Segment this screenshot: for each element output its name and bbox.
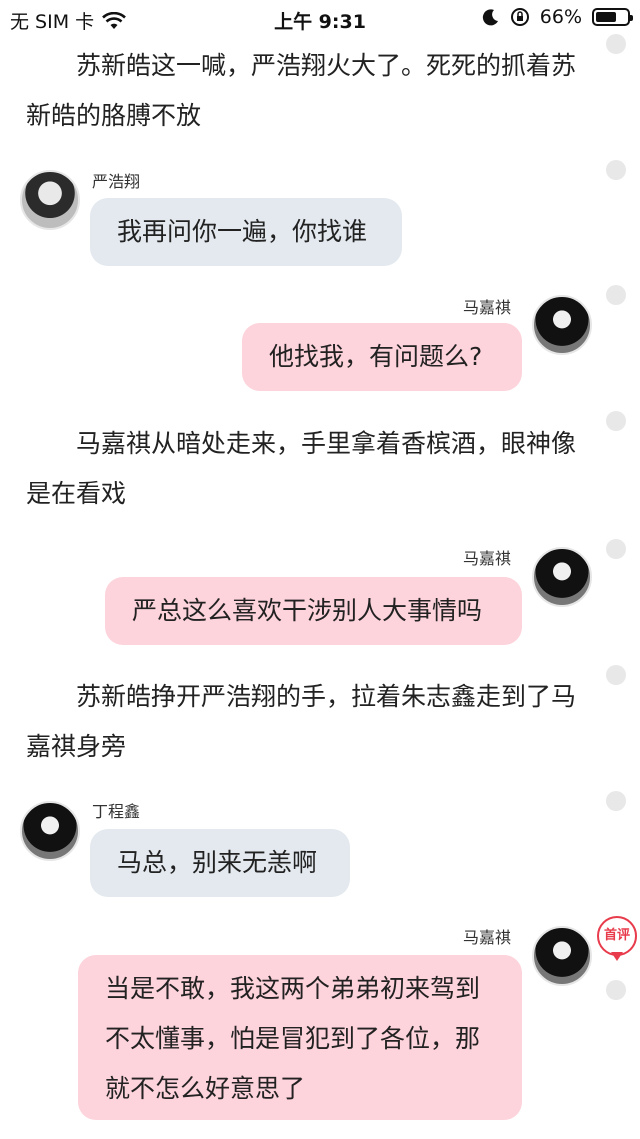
message-bubble-left[interactable]: 马总，别来无恙啊 bbox=[90, 829, 350, 897]
comment-dot[interactable] bbox=[606, 791, 626, 811]
avatar-ding-chengxin[interactable] bbox=[20, 801, 80, 861]
status-right: 66% bbox=[482, 6, 633, 28]
battery-icon bbox=[592, 8, 633, 26]
message-bubble-right[interactable]: 当是不敢，我这两个弟弟初来驾到不太懂事，怕是冒犯到了各位，那就不怎么好意思了 bbox=[78, 955, 522, 1120]
comment-dot[interactable] bbox=[606, 980, 626, 1000]
comment-dot[interactable] bbox=[606, 34, 626, 54]
comment-dot[interactable] bbox=[606, 160, 626, 180]
battery-fill bbox=[596, 12, 616, 22]
sender-name: 丁程鑫 bbox=[92, 802, 141, 821]
moon-icon bbox=[482, 9, 498, 26]
avatar-yan-haoxiang[interactable] bbox=[20, 170, 80, 230]
message-bubble-right[interactable]: 严总这么喜欢干涉别人大事情吗 bbox=[105, 577, 522, 645]
avatar-ma-jiaqi[interactable] bbox=[532, 926, 592, 986]
avatar-ma-jiaqi[interactable] bbox=[532, 547, 592, 607]
comment-dot[interactable] bbox=[606, 665, 626, 685]
narration-paragraph: 马嘉祺从暗处走来，手里拿着香槟酒，眼神像是在看戏 bbox=[26, 429, 577, 508]
comment-dot[interactable] bbox=[606, 411, 626, 431]
narration-paragraph: 苏新皓挣开严浩翔的手，拉着朱志鑫走到了马嘉祺身旁 bbox=[26, 682, 577, 761]
message-bubble-right[interactable]: 他找我，有问题么? bbox=[242, 323, 522, 391]
sender-name: 马嘉祺 bbox=[463, 298, 512, 317]
battery-cap bbox=[630, 15, 633, 21]
sender-name: 马嘉祺 bbox=[463, 549, 512, 568]
sender-name: 严浩翔 bbox=[92, 172, 141, 191]
avatar-ma-jiaqi[interactable] bbox=[532, 295, 592, 355]
sender-name: 马嘉祺 bbox=[463, 928, 512, 947]
comment-dot[interactable] bbox=[606, 285, 626, 305]
first-comment-badge[interactable]: 首评 bbox=[597, 916, 637, 956]
message-bubble-left[interactable]: 我再问你一遍，你找谁 bbox=[90, 198, 402, 266]
orientation-lock-icon bbox=[510, 8, 529, 26]
battery-percent: 66% bbox=[539, 6, 582, 28]
comment-dot[interactable] bbox=[606, 539, 626, 559]
status-bar: 无 SIM 卡 上午 9:31 66% bbox=[0, 0, 640, 36]
narration-paragraph: 苏新皓这一喊，严浩翔火大了。死死的抓着苏新皓的胳膊不放 bbox=[26, 51, 577, 130]
badge-pin-tail bbox=[611, 952, 623, 961]
